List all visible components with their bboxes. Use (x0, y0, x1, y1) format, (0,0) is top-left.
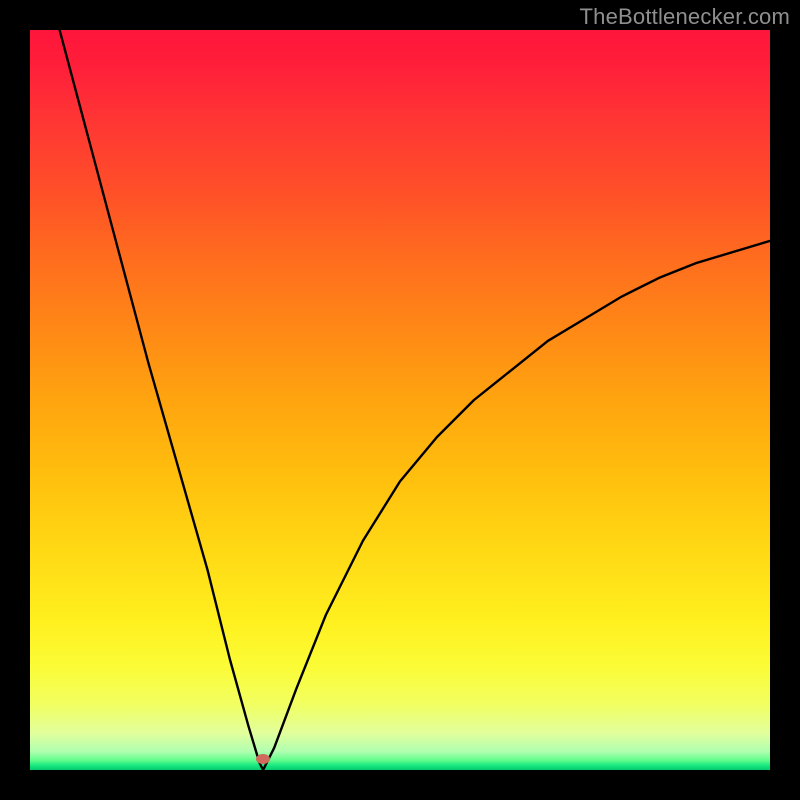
optimal-point-marker (256, 754, 270, 764)
bottleneck-curve (60, 30, 770, 770)
watermark-text: TheBottlenecker.com (580, 4, 790, 30)
chart-frame: TheBottlenecker.com (0, 0, 800, 800)
plot-area (30, 30, 770, 770)
curve-svg (30, 30, 770, 770)
